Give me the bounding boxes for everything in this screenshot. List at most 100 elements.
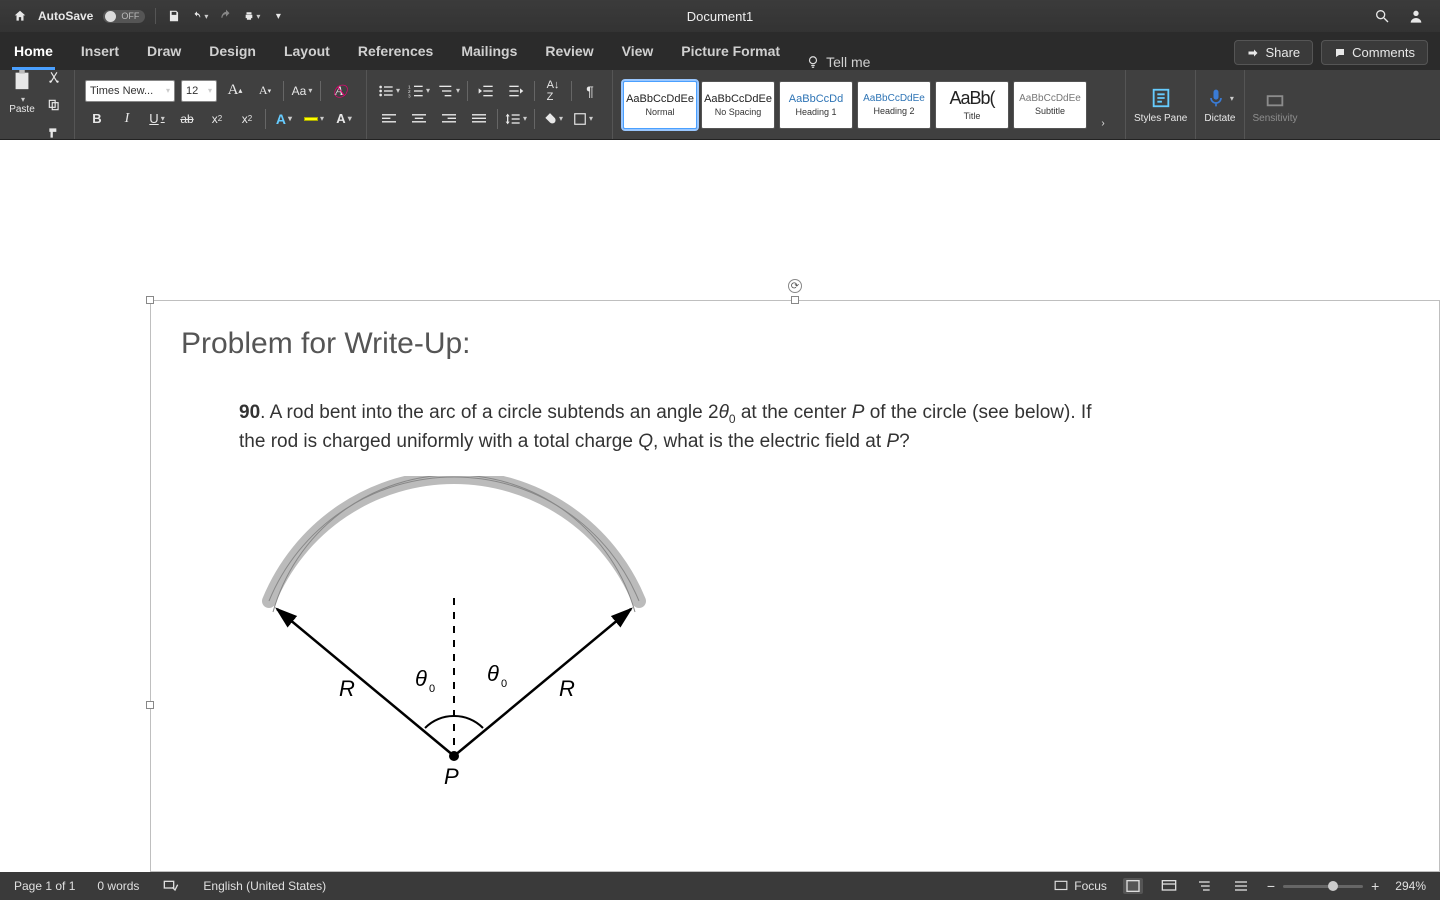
home-icon[interactable] [12, 8, 28, 24]
account-icon[interactable] [1408, 8, 1424, 24]
share-button[interactable]: Share [1234, 40, 1313, 65]
resize-handle-tl[interactable] [146, 296, 154, 304]
problem-part: , what is the electric field at [653, 431, 886, 452]
line-spacing-icon[interactable]: ▾ [504, 107, 528, 131]
styles-pane-button[interactable]: Styles Pane [1126, 70, 1196, 139]
show-marks-icon[interactable]: ¶ [578, 79, 602, 103]
text-effects-icon[interactable]: A▾ [272, 107, 296, 131]
rotate-handle-icon[interactable]: ⟳ [788, 279, 802, 293]
focus-button[interactable]: Focus [1054, 879, 1107, 893]
spellcheck-icon[interactable] [161, 878, 181, 894]
style-normal[interactable]: AaBbCcDdEeNormal [623, 81, 697, 129]
bullets-icon[interactable]: ▾ [377, 79, 401, 103]
autosave-toggle[interactable]: OFF [103, 10, 145, 23]
font-name-select[interactable]: Times New...▾ [85, 80, 175, 102]
font-color-icon[interactable]: A▾ [332, 107, 356, 131]
font-size-value: 12 [186, 85, 198, 97]
dictate-button[interactable]: ▾ Dictate [1196, 70, 1244, 139]
tab-review[interactable]: Review [543, 35, 595, 70]
autosave-label: AutoSave [38, 9, 93, 23]
zoom-slider[interactable]: − + [1267, 878, 1379, 894]
tell-me[interactable]: Tell me [806, 54, 870, 70]
zoom-out-icon[interactable]: − [1267, 878, 1275, 894]
save-icon[interactable] [166, 8, 182, 24]
style-heading2[interactable]: AaBbCcDdEeHeading 2 [857, 81, 931, 129]
fig-R-left: R [339, 676, 355, 701]
draft-view-icon[interactable] [1231, 878, 1251, 894]
sensitivity-button[interactable]: Sensitivity [1245, 70, 1306, 139]
P-symbol: P [852, 402, 865, 423]
numbering-icon[interactable]: 123▾ [407, 79, 431, 103]
tab-mailings[interactable]: Mailings [459, 35, 519, 70]
tab-design[interactable]: Design [207, 35, 258, 70]
qat-more-icon[interactable]: ▾ [270, 8, 286, 24]
style-title[interactable]: AaBb(Title [935, 81, 1009, 129]
tab-picture-format[interactable]: Picture Format [679, 35, 782, 70]
tab-layout[interactable]: Layout [282, 35, 332, 70]
shrink-font-icon[interactable]: A▾ [253, 79, 277, 103]
print-layout-view-icon[interactable] [1123, 878, 1143, 894]
grow-font-icon[interactable]: A▴ [223, 79, 247, 103]
shading-icon[interactable]: ▾ [541, 107, 565, 131]
multilevel-list-icon[interactable]: ▾ [437, 79, 461, 103]
style-sample: AaBbCcDdEe [863, 93, 925, 104]
document-canvas[interactable]: ⟳ Problem for Write-Up: 90. A rod bent i… [0, 140, 1440, 872]
tab-home[interactable]: Home [12, 35, 55, 70]
justify-icon[interactable] [467, 107, 491, 131]
styles-more-icon[interactable]: › [1091, 111, 1115, 135]
tab-draw[interactable]: Draw [145, 35, 183, 70]
bold-icon[interactable]: B [85, 107, 109, 131]
undo-icon[interactable]: ▾ [192, 8, 208, 24]
page-indicator[interactable]: Page 1 of 1 [14, 879, 75, 893]
selected-picture-frame[interactable]: ⟳ Problem for Write-Up: 90. A rod bent i… [150, 300, 1440, 872]
strikethrough-icon[interactable]: ab [175, 107, 199, 131]
top-mid-handle[interactable] [791, 296, 799, 304]
sort-icon[interactable]: A↓Z [541, 79, 565, 103]
tab-view[interactable]: View [620, 35, 656, 70]
style-label: Heading 1 [795, 107, 836, 117]
borders-icon[interactable]: ▾ [571, 107, 595, 131]
style-subtitle[interactable]: AaBbCcDdEeSubtitle [1013, 81, 1087, 129]
underline-icon[interactable]: U▾ [145, 107, 169, 131]
resize-handle-ml[interactable] [146, 701, 154, 709]
problem-number: 90 [239, 402, 260, 423]
word-count[interactable]: 0 words [97, 879, 139, 893]
autosave-state: OFF [121, 11, 139, 21]
redo-icon[interactable] [218, 8, 234, 24]
search-icon[interactable] [1374, 8, 1390, 24]
style-label: Subtitle [1035, 106, 1065, 116]
language-indicator[interactable]: English (United States) [203, 879, 326, 893]
style-sample: AaBbCcDdEe [704, 93, 772, 105]
sensitivity-label: Sensitivity [1253, 113, 1298, 124]
align-right-icon[interactable] [437, 107, 461, 131]
clear-formatting-icon[interactable]: A⃠ [327, 79, 351, 103]
tab-insert[interactable]: Insert [79, 35, 121, 70]
comments-button[interactable]: Comments [1321, 40, 1428, 65]
theta-sub: 0 [729, 412, 736, 426]
copy-icon[interactable] [42, 93, 66, 117]
dictate-label: Dictate [1204, 113, 1235, 124]
doc-heading: Problem for Write-Up: [181, 327, 1415, 361]
align-center-icon[interactable] [407, 107, 431, 131]
zoom-level[interactable]: 294% [1395, 879, 1426, 893]
italic-icon[interactable]: I [115, 107, 139, 131]
style-sample: AaBb( [949, 88, 994, 109]
change-case-icon[interactable]: Aa▾ [290, 79, 314, 103]
font-name-value: Times New... [90, 85, 153, 97]
web-layout-view-icon[interactable] [1159, 878, 1179, 894]
outline-view-icon[interactable] [1195, 878, 1215, 894]
superscript-icon[interactable]: x2 [235, 107, 259, 131]
fig-theta-right-sub: 0 [501, 678, 507, 690]
paste-label: Paste [9, 104, 35, 115]
increase-indent-icon[interactable] [504, 79, 528, 103]
highlight-icon[interactable]: ▾ [302, 107, 326, 131]
tab-references[interactable]: References [356, 35, 436, 70]
style-no-spacing[interactable]: AaBbCcDdEeNo Spacing [701, 81, 775, 129]
font-size-select[interactable]: 12▾ [181, 80, 217, 102]
print-icon[interactable]: ▾ [244, 8, 260, 24]
align-left-icon[interactable] [377, 107, 401, 131]
subscript-icon[interactable]: x2 [205, 107, 229, 131]
zoom-in-icon[interactable]: + [1371, 878, 1379, 894]
style-heading1[interactable]: AaBbCcDdHeading 1 [779, 81, 853, 129]
decrease-indent-icon[interactable] [474, 79, 498, 103]
